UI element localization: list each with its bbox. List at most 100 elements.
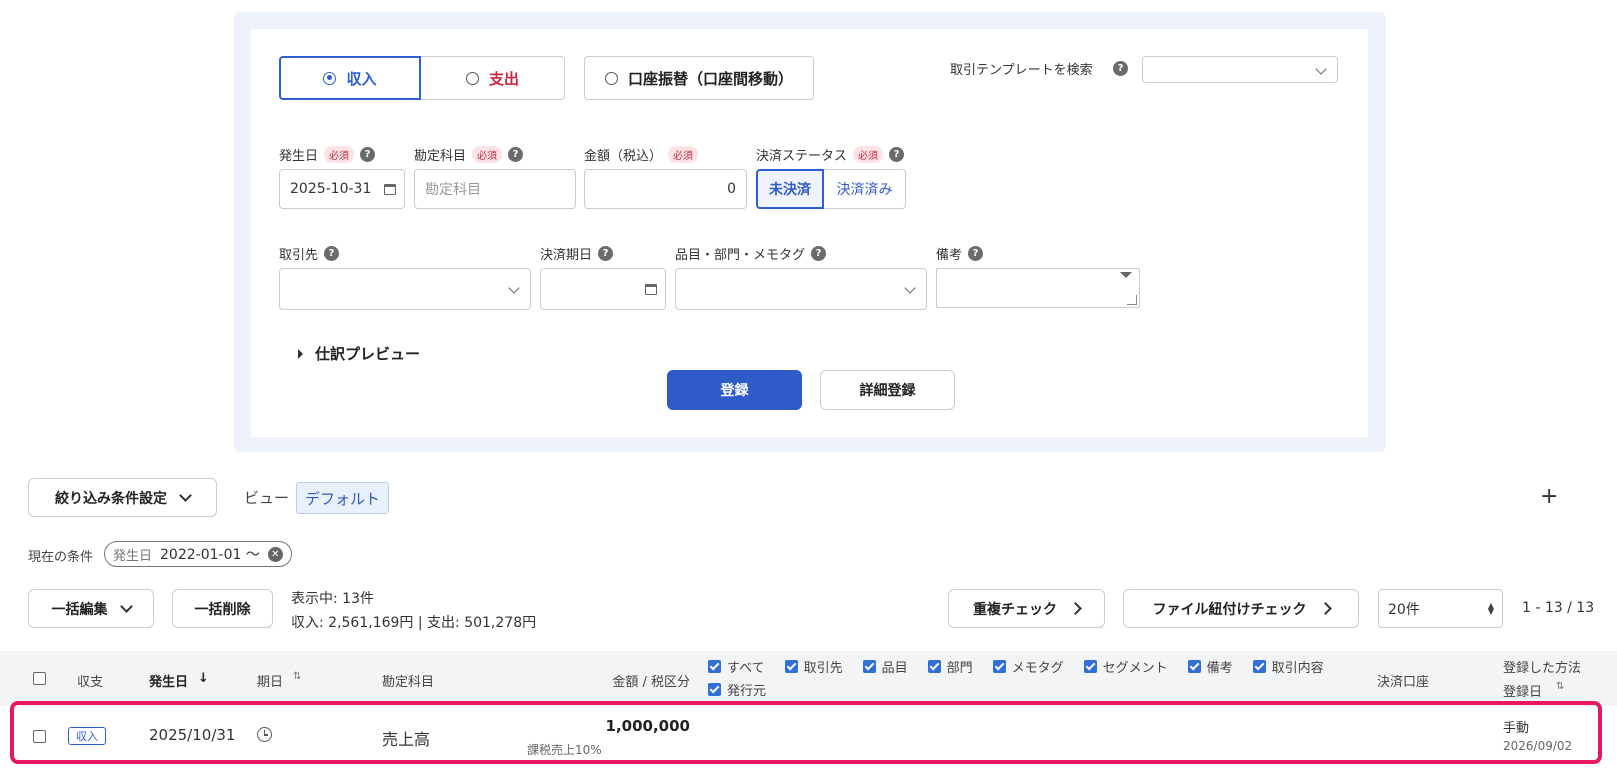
bulk-edit-button[interactable]: 一括編集 [28, 589, 154, 628]
help-icon[interactable]: ? [1113, 61, 1128, 76]
column-option-partner[interactable]: 取引先 [784, 657, 843, 676]
resize-handle-icon [1120, 272, 1132, 278]
totals-summary: 収入: 2,561,169円 | 支出: 501,278円 [291, 615, 537, 631]
transfer-radio-icon [604, 71, 618, 85]
date-input[interactable]: 2025-10-31 [279, 169, 405, 209]
income-radio-icon [323, 71, 337, 85]
checkbox-icon [1252, 660, 1266, 673]
required-badge: 必須 [472, 146, 503, 163]
help-icon[interactable]: ? [598, 246, 614, 261]
chevron-down-icon [179, 489, 192, 502]
sort-arrows-icon: ▲ ▼ [1487, 601, 1494, 616]
transfer-type-button[interactable]: 口座振替（口座間移動） [584, 56, 814, 100]
col-type: 収支 [77, 675, 104, 690]
help-icon[interactable]: ? [968, 246, 984, 261]
required-badge: 必須 [324, 146, 355, 163]
checkbox-icon [708, 660, 721, 673]
resize-grip-icon[interactable] [1127, 295, 1137, 305]
help-icon[interactable]: ? [508, 147, 524, 162]
row-amount: 1,000,000 [605, 717, 690, 735]
amount-label: 金額（税込） 必須 [584, 145, 699, 164]
checkbox-icon [1187, 660, 1201, 673]
caret-right-icon [298, 348, 303, 359]
current-conditions-label: 現在の条件 [28, 550, 94, 565]
row-method: 手動 [1503, 721, 1530, 736]
close-icon[interactable]: ✕ [267, 546, 283, 562]
row-checkbox[interactable] [33, 730, 46, 743]
column-option-memo-tag[interactable]: メモタグ [992, 657, 1064, 676]
status-unsettled-toggle[interactable]: 未決済 [756, 169, 824, 209]
col-registered[interactable]: 登録日 ⇅ [1503, 681, 1564, 700]
row-tax-category: 課税売上10% [527, 743, 602, 757]
date-label: 発生日 必須 ? [279, 145, 376, 164]
file-link-check-button[interactable]: ファイル紐付けチェック [1123, 589, 1359, 628]
column-option-department[interactable]: 部門 [927, 657, 973, 676]
pagination-range: 1 - 13 / 13 [1522, 600, 1595, 616]
column-option-note[interactable]: 備考 [1187, 657, 1233, 676]
col-date[interactable]: 発生日 ↓ [149, 671, 209, 690]
checkbox-icon [784, 660, 798, 673]
checkbox-icon [992, 660, 1006, 673]
condition-chip: 発生日 2022-01-01 〜 ✕ [104, 541, 292, 567]
sort-icon: ⇅ [1556, 681, 1565, 692]
due-label: 決済期日 ? [540, 244, 614, 263]
item-label: 品目・部門・メモタグ ? [675, 244, 827, 263]
per-page-select[interactable]: 20件 ▲ ▼ [1378, 589, 1503, 628]
filter-settings-button[interactable]: 絞り込み条件設定 [28, 478, 217, 517]
note-label: 備考 ? [936, 244, 984, 263]
expense-type-button[interactable]: 支出 [421, 56, 565, 100]
chevron-down-icon [119, 600, 133, 613]
sort-down-icon: ↓ [198, 671, 209, 686]
chevron-down-icon [508, 282, 520, 294]
column-options-row2: 発行元 [708, 680, 766, 699]
note-textarea[interactable] [936, 268, 1140, 308]
column-option-item[interactable]: 品目 [862, 657, 908, 676]
amount-input[interactable]: 0 [584, 169, 747, 209]
help-icon[interactable]: ? [811, 246, 827, 261]
status-settled-toggle[interactable]: 決済済み [824, 169, 906, 209]
column-option-segment[interactable]: セグメント [1083, 657, 1168, 676]
row-date: 2025/10/31 [149, 726, 236, 744]
account-label: 勘定科目 必須 ? [414, 145, 524, 164]
col-due[interactable]: 期日 ⇅ [257, 671, 301, 690]
item-select[interactable] [675, 268, 927, 310]
help-icon[interactable]: ? [324, 246, 340, 261]
income-type-button[interactable]: 収入 [279, 56, 421, 100]
help-icon[interactable]: ? [889, 147, 905, 162]
clock-icon [257, 727, 272, 742]
partner-select[interactable] [279, 268, 531, 310]
template-search-select[interactable] [1142, 56, 1338, 83]
column-option-description[interactable]: 取引内容 [1252, 657, 1324, 676]
add-view-button[interactable]: + [1540, 484, 1558, 509]
showing-count: 表示中: 13件 [291, 591, 374, 607]
chevron-down-icon [1315, 63, 1327, 75]
col-method: 登録した方法 [1503, 661, 1582, 676]
help-icon[interactable]: ? [360, 147, 376, 162]
required-badge: 必須 [853, 146, 884, 163]
select-all-checkbox[interactable] [33, 672, 46, 685]
col-account: 勘定科目 [382, 675, 435, 690]
column-option-all[interactable]: すべて [708, 657, 765, 676]
col-amount: 金額 / 税区分 [612, 675, 690, 690]
chevron-right-icon [1069, 602, 1082, 615]
row-registered: 2026/09/02 [1503, 739, 1573, 753]
partner-label: 取引先 ? [279, 244, 340, 263]
duplicate-check-button[interactable]: 重複チェック [948, 589, 1105, 628]
chevron-down-icon [904, 282, 916, 294]
account-input[interactable]: 勘定科目 [414, 169, 576, 209]
due-date-input[interactable] [540, 268, 666, 310]
status-label: 決済ステータス 必須 ? [756, 145, 905, 164]
detail-register-button[interactable]: 詳細登録 [820, 370, 955, 410]
view-default-tab[interactable]: デフォルト [296, 482, 390, 514]
bulk-delete-button[interactable]: 一括削除 [172, 589, 273, 628]
sort-icon: ⇅ [293, 671, 302, 682]
income-badge: 収入 [68, 727, 106, 745]
register-button[interactable]: 登録 [667, 370, 802, 410]
column-option-issuer[interactable]: 発行元 [708, 680, 766, 699]
chevron-right-icon [1318, 602, 1332, 615]
table-row[interactable] [10, 701, 1602, 764]
template-search-label: 取引テンプレートを検索 [950, 62, 1093, 78]
journal-preview-toggle[interactable]: 仕訳プレビュー [298, 343, 420, 364]
checkbox-icon [1083, 660, 1097, 673]
view-label: ビュー [244, 489, 290, 507]
